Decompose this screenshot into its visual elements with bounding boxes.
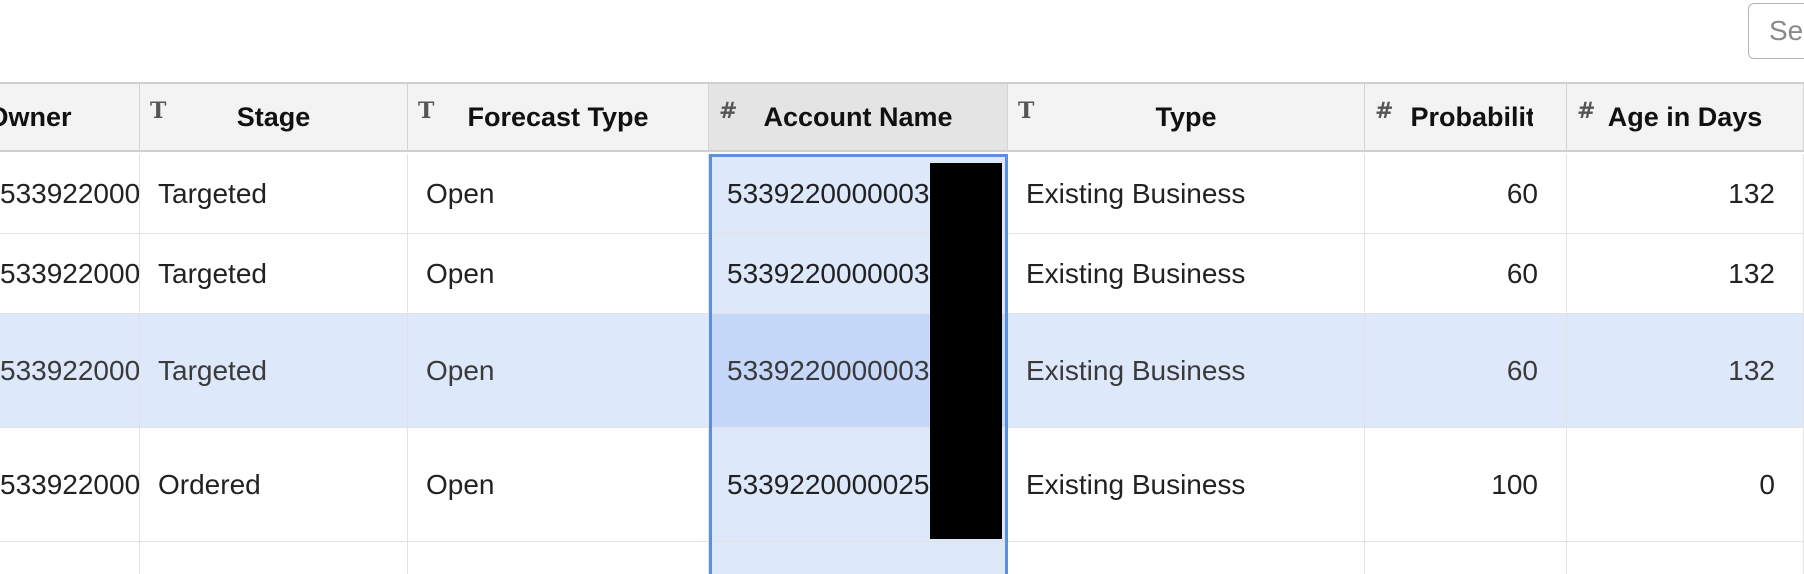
column-title: Forecast Type — [467, 101, 649, 132]
age-in-days-cell[interactable]: 0 — [1567, 428, 1804, 541]
type-cell[interactable]: Existing Business — [1008, 314, 1365, 427]
column-title: Probability — [1410, 101, 1533, 132]
forecast-type-cell[interactable]: Open — [408, 314, 709, 427]
number-type-icon: # — [1375, 98, 1394, 124]
type-cell[interactable]: Existing Business — [1008, 154, 1365, 233]
stage-cell[interactable]: Ordered — [140, 428, 408, 541]
account-name-cell[interactable] — [709, 542, 1008, 574]
search-input[interactable] — [1748, 3, 1804, 59]
age-in-days-cell[interactable]: 132 — [1567, 314, 1804, 427]
table-row[interactable] — [0, 542, 1804, 574]
text-type-icon: T — [150, 98, 167, 124]
text-type-icon: T — [418, 98, 435, 124]
age-in-days-cell[interactable] — [1567, 542, 1804, 574]
forecast-type-cell[interactable]: Open — [408, 428, 709, 541]
stage-cell[interactable] — [140, 542, 408, 574]
owner-cell[interactable] — [0, 542, 140, 574]
column-title: Stage — [236, 101, 311, 132]
type-cell[interactable]: Existing Business — [1008, 234, 1365, 313]
table-row-selected[interactable]: 5339220000033400 Targeted Open 533922000… — [0, 314, 1804, 428]
redaction-box — [930, 163, 1002, 539]
column-header-age-in-days[interactable]: # Age in Days — [1567, 84, 1804, 150]
probability-cell[interactable]: 60 — [1365, 314, 1567, 427]
stage-cell[interactable]: Targeted — [140, 314, 408, 427]
column-header-probability[interactable]: # Probability — [1365, 84, 1567, 150]
age-in-days-cell[interactable]: 132 — [1567, 234, 1804, 313]
probability-cell[interactable]: 100 — [1365, 428, 1567, 541]
number-type-icon: # — [719, 98, 738, 124]
column-header-forecast-type[interactable]: T Forecast Type — [408, 84, 709, 150]
probability-cell[interactable]: 60 — [1365, 154, 1567, 233]
column-title: Owner — [0, 101, 72, 132]
text-type-icon: T — [1018, 98, 1035, 124]
column-title: Account Name — [763, 101, 953, 132]
number-type-icon: # — [1577, 98, 1596, 124]
type-cell[interactable]: Existing Business — [1008, 428, 1365, 541]
stage-cell[interactable]: Targeted — [140, 154, 408, 233]
column-title: Type — [1155, 101, 1217, 132]
data-grid: Owner T Stage T Forecast Type # Account … — [0, 82, 1804, 574]
table-row[interactable]: 5339220000033400 Targeted Open 533922000… — [0, 154, 1804, 234]
forecast-type-cell[interactable]: Open — [408, 154, 709, 233]
owner-cell[interactable]: 5339220000033400 — [0, 154, 140, 233]
forecast-type-cell[interactable]: Open — [408, 234, 709, 313]
column-header-stage[interactable]: T Stage — [140, 84, 408, 150]
owner-cell[interactable]: 5339220000033400 — [0, 428, 140, 541]
column-header-type[interactable]: T Type — [1008, 84, 1365, 150]
age-in-days-cell[interactable]: 132 — [1567, 154, 1804, 233]
grid-header: Owner T Stage T Forecast Type # Account … — [0, 82, 1804, 152]
stage-cell[interactable]: Targeted — [140, 234, 408, 313]
toolbar — [0, 0, 1804, 82]
probability-cell[interactable] — [1365, 542, 1567, 574]
type-cell[interactable] — [1008, 542, 1365, 574]
table-row[interactable]: 5339220000033400 Targeted Open 533922000… — [0, 234, 1804, 314]
column-title: Age in Days — [1607, 101, 1763, 132]
column-header-account-name[interactable]: # Account Name — [709, 84, 1008, 150]
forecast-type-cell[interactable] — [408, 542, 709, 574]
probability-cell[interactable]: 60 — [1365, 234, 1567, 313]
table-row[interactable]: 5339220000033400 Ordered Open 5339220000… — [0, 428, 1804, 542]
owner-cell[interactable]: 5339220000033400 — [0, 234, 140, 313]
column-header-owner[interactable]: Owner — [0, 84, 140, 150]
owner-cell[interactable]: 5339220000033400 — [0, 314, 140, 427]
